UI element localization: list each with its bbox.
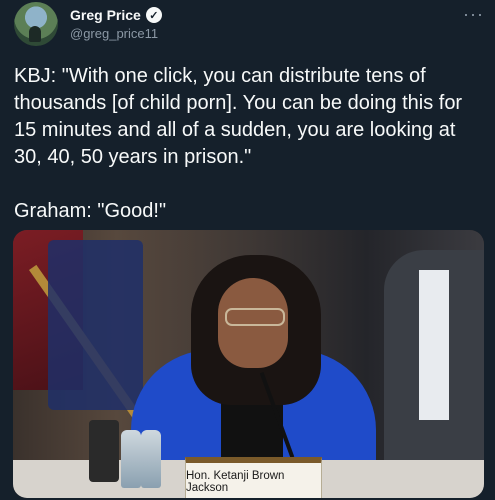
photo-nameplate: Hon. Ketanji Brown Jackson [185, 457, 322, 498]
photo-cup [89, 420, 119, 482]
author-handle[interactable]: @greg_price11 [70, 26, 158, 41]
photo-speaker-glasses [225, 308, 285, 326]
verified-badge-icon: ✓ [145, 7, 162, 23]
photo-water-bottle [121, 430, 141, 488]
photo-water-bottle [141, 430, 161, 488]
photo-person-right-shirt [419, 270, 449, 420]
author-display-name[interactable]: Greg Price [70, 7, 141, 23]
author-name-row: Greg Price ✓ [70, 7, 162, 23]
more-options-icon[interactable]: ··· [463, 4, 484, 25]
photo-chair [48, 240, 143, 410]
tweet-text: KBJ: "With one click, you can distribute… [14, 65, 463, 222]
author-avatar[interactable] [14, 2, 58, 46]
tweet-media-photo[interactable]: Hon. Ketanji Brown Jackson [13, 230, 484, 498]
tweet-header: Greg Price ✓ @greg_price11 ··· [14, 2, 484, 48]
